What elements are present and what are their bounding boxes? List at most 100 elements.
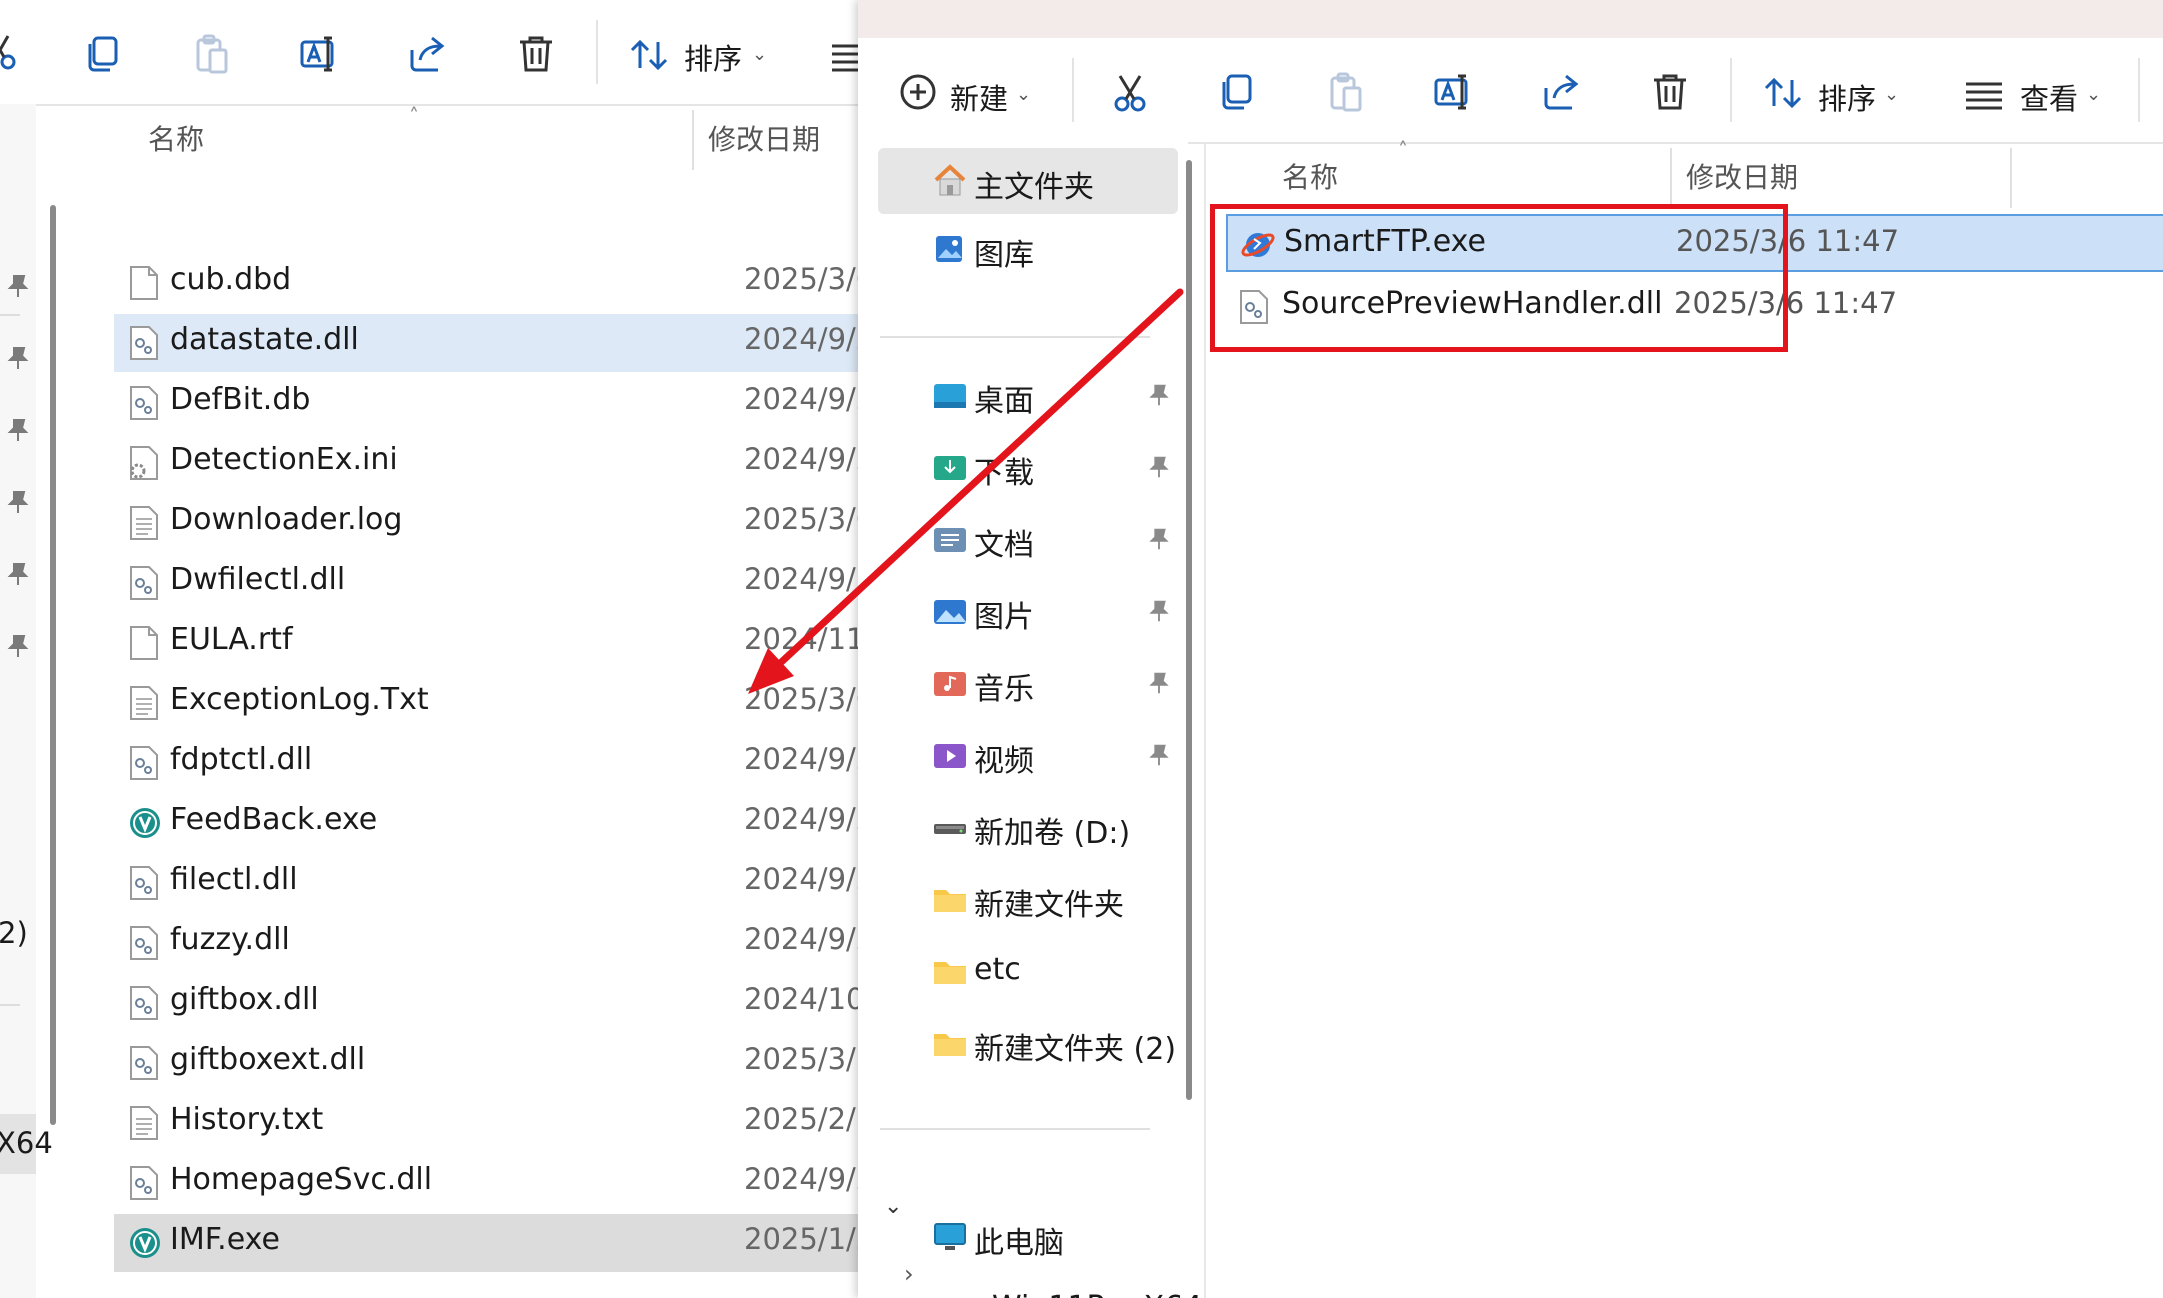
nav-item-label: 下载 — [974, 456, 1034, 491]
file-date: 2024/9/25 — [744, 442, 860, 476]
nav-item[interactable]: 图库 — [878, 216, 1178, 282]
folder-icon — [932, 1026, 968, 1060]
new-button[interactable]: 新建 — [950, 76, 1008, 118]
column-header-name[interactable]: 名称 — [148, 118, 204, 158]
file-row[interactable]: DetectionEx.ini 2024/9/25 — [114, 434, 860, 492]
column-header-name[interactable]: 名称 — [1282, 156, 1338, 196]
nav-item[interactable]: 新建文件夹 — [878, 866, 1178, 932]
chevron-down-icon[interactable]: ⌄ — [884, 1194, 902, 1219]
nav-item[interactable]: 音乐 — [878, 650, 1178, 716]
view-icon[interactable] — [828, 36, 860, 80]
paste-icon[interactable] — [1324, 70, 1368, 114]
right-nav-scrollbar[interactable] — [1186, 160, 1192, 1100]
delete-icon[interactable] — [1648, 70, 1692, 114]
file-row[interactable]: fdptctl.dll 2024/9/25 — [114, 734, 860, 792]
column-divider[interactable] — [692, 110, 694, 170]
file-row[interactable]: History.txt 2025/2/17 — [114, 1094, 860, 1152]
downloads-folder-icon — [932, 450, 968, 484]
nav-item-drive[interactable]: X64 — [0, 1114, 53, 1174]
nav-item[interactable]: 文档 — [878, 506, 1178, 572]
nav-item[interactable]: 主文件夹 — [878, 148, 1178, 214]
column-header-date[interactable]: 修改日期 — [708, 118, 820, 158]
nav-item[interactable]: 桌面 — [878, 362, 1178, 428]
file-row[interactable]: ExceptionLog.Txt 2025/3/6 1 — [114, 674, 860, 732]
dll-icon — [128, 1165, 160, 1201]
pane-divider[interactable] — [1204, 142, 1206, 1298]
toolbar-separator — [596, 20, 598, 84]
file-date: 2025/3/6 1 — [744, 682, 860, 716]
pin-icon[interactable] — [1146, 670, 1172, 696]
pin-icon[interactable] — [1146, 382, 1172, 408]
nav-item[interactable]: 新加卷 (D:) — [878, 794, 1178, 860]
file-row[interactable]: datastate.dll 2024/9/25 — [114, 314, 860, 372]
videos-folder-icon — [932, 738, 968, 772]
column-header-date[interactable]: 修改日期 — [1686, 156, 1798, 196]
file-row[interactable]: HomepageSvc.dll 2024/9/25 — [114, 1154, 860, 1212]
file-row[interactable]: Dwfilectl.dll 2024/9/25 — [114, 554, 860, 612]
pin-icon[interactable] — [4, 272, 32, 300]
file-row[interactable]: IMF.exe 2025/1/20 — [114, 1214, 860, 1272]
file-row[interactable]: fuzzy.dll 2024/9/25 — [114, 914, 860, 972]
pin-icon[interactable] — [4, 344, 32, 372]
file-name: DefBit.db — [170, 382, 311, 417]
sort-button[interactable]: 排序 — [1818, 76, 1876, 118]
file-row[interactable]: filectl.dll 2024/9/25 — [114, 854, 860, 912]
pin-icon[interactable] — [1146, 742, 1172, 768]
nav-item-label: 图库 — [974, 238, 1034, 273]
left-file-list: ˄ 名称 修改日期 cub.dbd 2025/3/6 1 datastate.dll… — [76, 104, 860, 1298]
pin-icon[interactable] — [4, 632, 32, 660]
left-toolbar: 排序 ⌄ — [0, 0, 860, 106]
file-name: fuzzy.dll — [170, 922, 290, 957]
nav-item[interactable]: 下载 — [878, 434, 1178, 500]
file-name: giftbox.dll — [170, 982, 319, 1017]
view-icon[interactable] — [1962, 74, 2006, 118]
left-nav-scrollbar[interactable] — [50, 205, 56, 1125]
file-row[interactable]: DefBit.db 2024/9/25 — [114, 374, 860, 432]
share-icon[interactable] — [1540, 70, 1584, 114]
pin-icon[interactable] — [4, 560, 32, 588]
pin-icon[interactable] — [1146, 598, 1172, 624]
rename-icon[interactable] — [1432, 70, 1476, 114]
file-date: 2025/3/5 1 — [744, 1042, 860, 1076]
file-row[interactable]: FeedBack.exe 2024/9/29 — [114, 794, 860, 852]
file-row[interactable]: Downloader.log 2025/3/6 1 — [114, 494, 860, 552]
nav-item[interactable]: 新建文件夹 (2) — [878, 1010, 1178, 1076]
cut-icon[interactable] — [1108, 70, 1152, 114]
file-row[interactable]: cub.dbd 2025/3/6 1 — [114, 254, 860, 312]
cut-icon[interactable] — [0, 30, 22, 74]
file-row[interactable]: EULA.rtf 2024/11/1 — [114, 614, 860, 672]
file-name: datastate.dll — [170, 322, 359, 357]
nav-item[interactable]: etc — [878, 938, 1178, 1004]
nav-item[interactable]: 此电脑 — [878, 1204, 1178, 1270]
dll-icon — [128, 565, 160, 601]
file-name: fdptctl.dll — [170, 742, 313, 777]
sort-icon[interactable] — [1762, 72, 1806, 116]
column-divider[interactable] — [2010, 148, 2012, 208]
chevron-right-icon[interactable]: › — [904, 1260, 914, 1288]
sort-icon[interactable] — [628, 34, 672, 78]
file-row[interactable]: giftboxext.dll 2025/3/5 1 — [114, 1034, 860, 1092]
sort-button[interactable]: 排序 — [684, 36, 742, 78]
nav-item[interactable]: 图片 — [878, 578, 1178, 644]
file-row[interactable]: giftbox.dll 2024/10/14 — [114, 974, 860, 1032]
share-icon[interactable] — [406, 32, 450, 76]
delete-icon[interactable] — [514, 32, 558, 76]
pin-icon[interactable] — [1146, 526, 1172, 552]
column-divider[interactable] — [1670, 148, 1672, 208]
view-button[interactable]: 查看 — [2020, 76, 2078, 118]
file-date: 2024/11/1 — [744, 622, 860, 656]
rename-icon[interactable] — [298, 32, 342, 76]
copy-icon[interactable] — [1216, 70, 1260, 114]
pin-icon[interactable] — [4, 416, 32, 444]
new-plus-icon[interactable] — [896, 70, 940, 114]
nav-item[interactable]: Win11Pro X64 — [896, 1276, 1202, 1298]
nav-item[interactable]: 视频 — [878, 722, 1178, 788]
title-bar[interactable] — [858, 0, 2163, 39]
chevron-down-icon: ⌄ — [2086, 84, 2102, 105]
nav-label-fragment[interactable]: 2) — [0, 916, 28, 950]
pin-icon[interactable] — [1146, 454, 1172, 480]
left-nav-pane[interactable]: 2) X64 — [0, 104, 53, 1298]
paste-icon[interactable] — [190, 32, 234, 76]
copy-icon[interactable] — [82, 32, 126, 76]
pin-icon[interactable] — [4, 488, 32, 516]
